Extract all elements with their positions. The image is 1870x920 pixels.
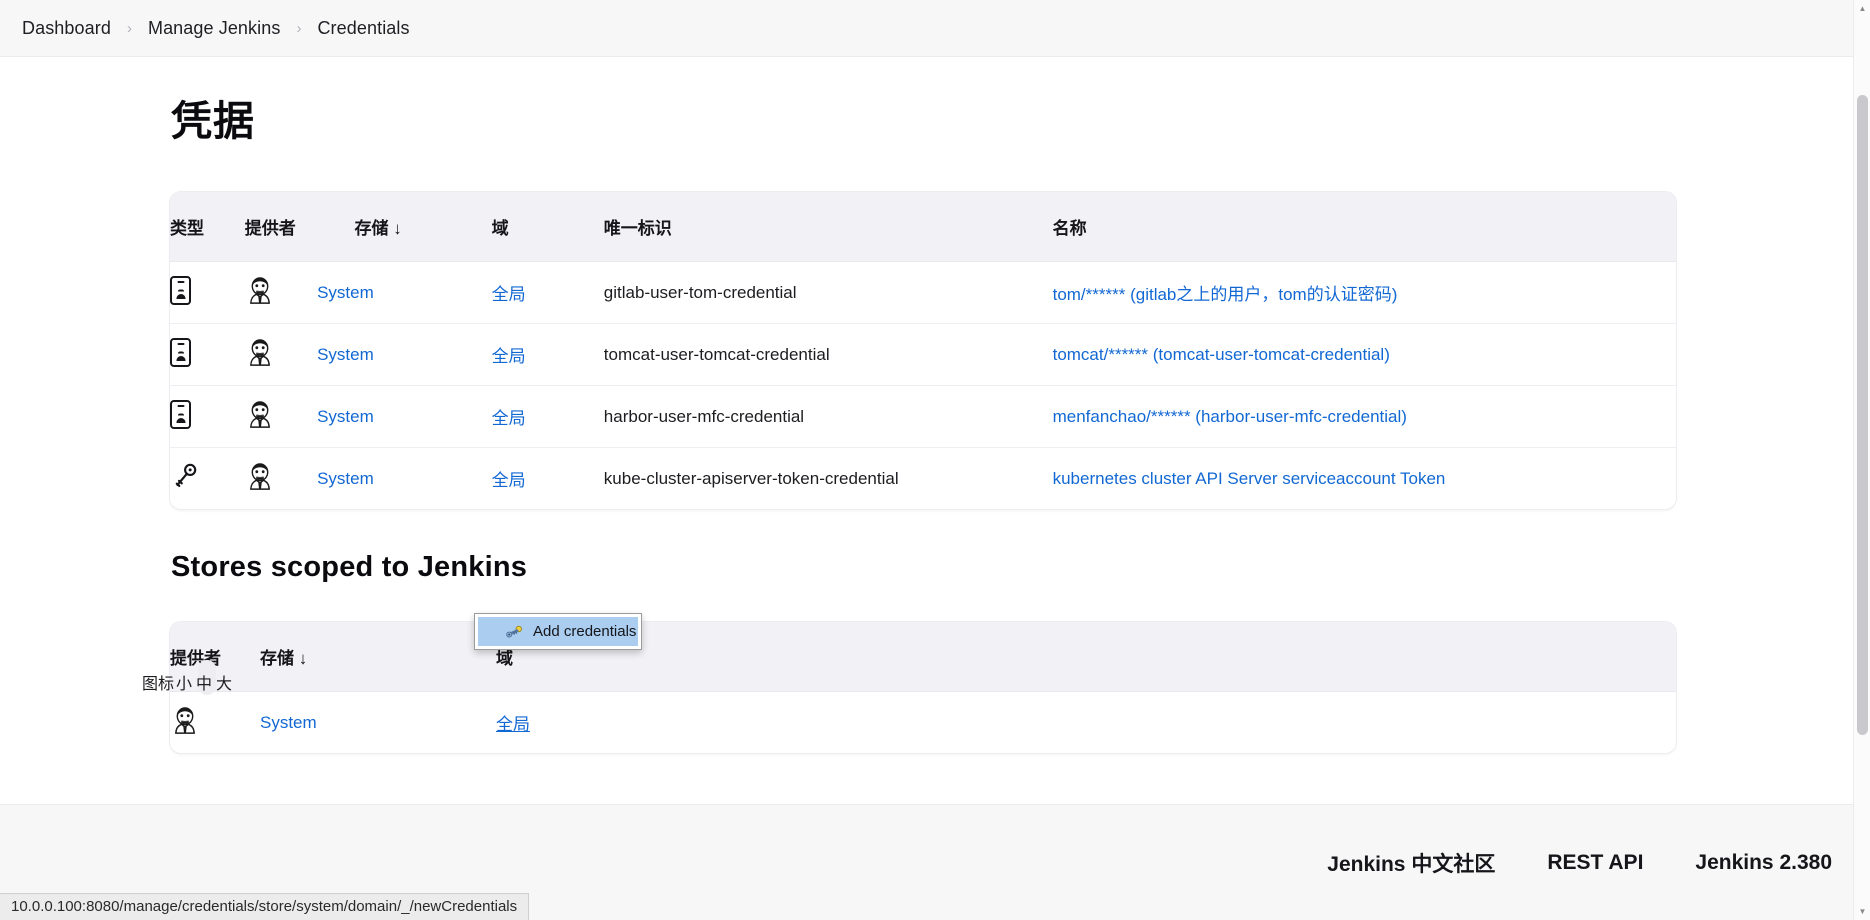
cell-provider-icon xyxy=(244,323,318,385)
menu-item-add-credentials[interactable]: Add credentials xyxy=(478,617,638,646)
store-link[interactable]: System xyxy=(317,407,374,426)
jenkins-butler-icon xyxy=(245,461,275,491)
breadcrumb-item-dashboard[interactable]: Dashboard xyxy=(22,18,111,39)
menu-item-label: Add credentials xyxy=(533,623,637,640)
credentials-table: 类型 提供者 存储 ↓ 域 唯一标识 名称 System 全局 gitlab-u… xyxy=(170,192,1676,509)
breadcrumb-separator: › xyxy=(126,19,132,37)
stores-section-title: Stores scoped to Jenkins xyxy=(171,551,528,583)
store-link[interactable]: System xyxy=(317,345,374,364)
cell-provider-icon xyxy=(244,385,318,447)
stores-table-header-row: 提供者 存储 ↓ 域 xyxy=(170,622,1676,691)
cell-type xyxy=(170,385,245,447)
cell-id: harbor-user-mfc-credential xyxy=(603,385,1053,447)
breadcrumb-item-credentials[interactable]: Credentials xyxy=(317,18,409,39)
scrollbar-thumb[interactable] xyxy=(1857,95,1868,735)
store-link[interactable]: System xyxy=(260,713,317,732)
cell-type xyxy=(170,447,245,509)
cell-name: tom/****** (gitlab之上的用户，tom的认证密码) xyxy=(1052,261,1676,323)
icon-size-option-small[interactable]: 小 xyxy=(174,669,194,695)
credential-name-link[interactable]: tomcat/****** (tomcat-user-tomcat-creden… xyxy=(1053,345,1390,364)
footer-link-community[interactable]: Jenkins 中文社区 xyxy=(1327,848,1495,878)
credentials-table-body: System 全局 gitlab-user-tom-credential tom… xyxy=(170,261,1676,509)
cell-store: System xyxy=(317,323,492,385)
cell-name: tomcat/****** (tomcat-user-tomcat-creden… xyxy=(1052,323,1676,385)
jenkins-butler-icon xyxy=(245,399,275,429)
page-title: 凭据 xyxy=(171,98,255,144)
col-header-store[interactable]: 存储 ↓ xyxy=(260,622,496,691)
col-header-domain[interactable]: 域 xyxy=(491,192,604,261)
breadcrumb-item-manage-jenkins[interactable]: Manage Jenkins xyxy=(148,18,280,39)
stores-table-body: System 全局 xyxy=(170,691,1676,753)
credential-name-link[interactable]: tom/****** (gitlab之上的用户，tom的认证密码) xyxy=(1053,285,1398,304)
footer-version[interactable]: Jenkins 2.380 xyxy=(1695,851,1832,875)
status-bar-url-preview: 10.0.0.100:8080/manage/credentials/store… xyxy=(0,893,530,920)
cell-id: tomcat-user-tomcat-credential xyxy=(603,323,1053,385)
icon-size-option-large[interactable]: 大 xyxy=(214,669,234,695)
domain-link[interactable]: 全局 xyxy=(492,471,526,490)
store-link[interactable]: System xyxy=(317,283,374,302)
footer-link-rest-api[interactable]: REST API xyxy=(1547,851,1643,875)
store-link[interactable]: System xyxy=(317,469,374,488)
cell-type xyxy=(170,323,245,385)
domain-link[interactable]: 全局 xyxy=(496,715,530,734)
id-card-icon xyxy=(170,275,191,305)
cell-domain: 全局 xyxy=(491,385,604,447)
jenkins-butler-icon xyxy=(245,337,275,367)
jenkins-butler-icon xyxy=(245,275,275,305)
id-card-icon xyxy=(170,399,191,429)
cell-name: kubernetes cluster API Server serviceacc… xyxy=(1052,447,1676,509)
cell-type xyxy=(170,261,245,323)
domain-link[interactable]: 全局 xyxy=(492,347,526,366)
cell-domain: 全局 xyxy=(491,447,604,509)
page-scrollbar[interactable]: ▲ ▼ xyxy=(1853,0,1870,920)
col-header-provider[interactable]: 提供者 xyxy=(244,192,355,261)
cell-provider-icon xyxy=(244,447,318,509)
breadcrumb: Dashboard › Manage Jenkins › Credentials xyxy=(0,0,1870,57)
col-header-name[interactable]: 名称 xyxy=(1052,192,1676,261)
key-icon xyxy=(170,461,200,491)
credentials-table-header-row: 类型 提供者 存储 ↓ 域 唯一标识 名称 xyxy=(170,192,1676,261)
domain-link[interactable]: 全局 xyxy=(492,409,526,428)
cell-domain: 全局 xyxy=(491,323,604,385)
cell-store: System xyxy=(260,691,496,753)
col-header-id[interactable]: 唯一标识 xyxy=(603,192,1053,261)
icon-size-option-medium[interactable]: 中 xyxy=(194,669,214,695)
scroll-up-icon[interactable]: ▲ xyxy=(1854,0,1870,17)
table-row: System 全局 tomcat-user-tomcat-credential … xyxy=(170,323,1676,385)
credential-name-link[interactable]: menfanchao/****** (harbor-user-mfc-crede… xyxy=(1053,407,1407,426)
content-area: 凭据 类型 提供者 存储 ↓ 域 唯一标识 名称 System 全局 gitla… xyxy=(0,57,1870,753)
domain-link[interactable]: 全局 xyxy=(492,285,526,304)
icon-size-label: 图标 xyxy=(142,676,175,693)
stores-table: 提供者 存储 ↓ 域 System 全局 xyxy=(170,622,1676,753)
jenkins-butler-icon xyxy=(170,705,200,735)
table-row: System 全局 xyxy=(170,691,1676,753)
col-header-domain[interactable]: 域 xyxy=(496,622,1676,691)
cell-domain: 全局 xyxy=(496,691,1676,753)
page-body: 凭据 类型 提供者 存储 ↓ 域 唯一标识 名称 System 全局 gitla… xyxy=(0,57,1870,920)
cell-store: System xyxy=(317,261,492,323)
table-row: System 全局 gitlab-user-tom-credential tom… xyxy=(170,261,1676,323)
icon-size-control: 图标 小 中 大 xyxy=(142,660,234,695)
cell-provider-icon xyxy=(170,691,260,753)
cell-id: kube-cluster-apiserver-token-credential xyxy=(603,447,1053,509)
col-header-store[interactable]: 存储 ↓ xyxy=(354,192,492,261)
scroll-down-icon[interactable]: ▼ xyxy=(1854,903,1870,920)
cell-name: menfanchao/****** (harbor-user-mfc-crede… xyxy=(1052,385,1676,447)
table-row: System 全局 kube-cluster-apiserver-token-c… xyxy=(170,447,1676,509)
col-header-type[interactable]: 类型 xyxy=(170,192,245,261)
add-credentials-dropdown-menu: Add credentials xyxy=(474,613,642,650)
cell-store: System xyxy=(317,385,492,447)
cell-domain: 全局 xyxy=(491,261,604,323)
cell-id: gitlab-user-tom-credential xyxy=(603,261,1053,323)
breadcrumb-separator: › xyxy=(296,19,302,37)
cell-store: System xyxy=(317,447,492,509)
id-card-icon xyxy=(170,337,191,367)
cell-provider-icon xyxy=(244,261,318,323)
credential-name-link[interactable]: kubernetes cluster API Server serviceacc… xyxy=(1053,469,1446,488)
key-icon xyxy=(506,625,524,639)
table-row: System 全局 harbor-user-mfc-credential men… xyxy=(170,385,1676,447)
